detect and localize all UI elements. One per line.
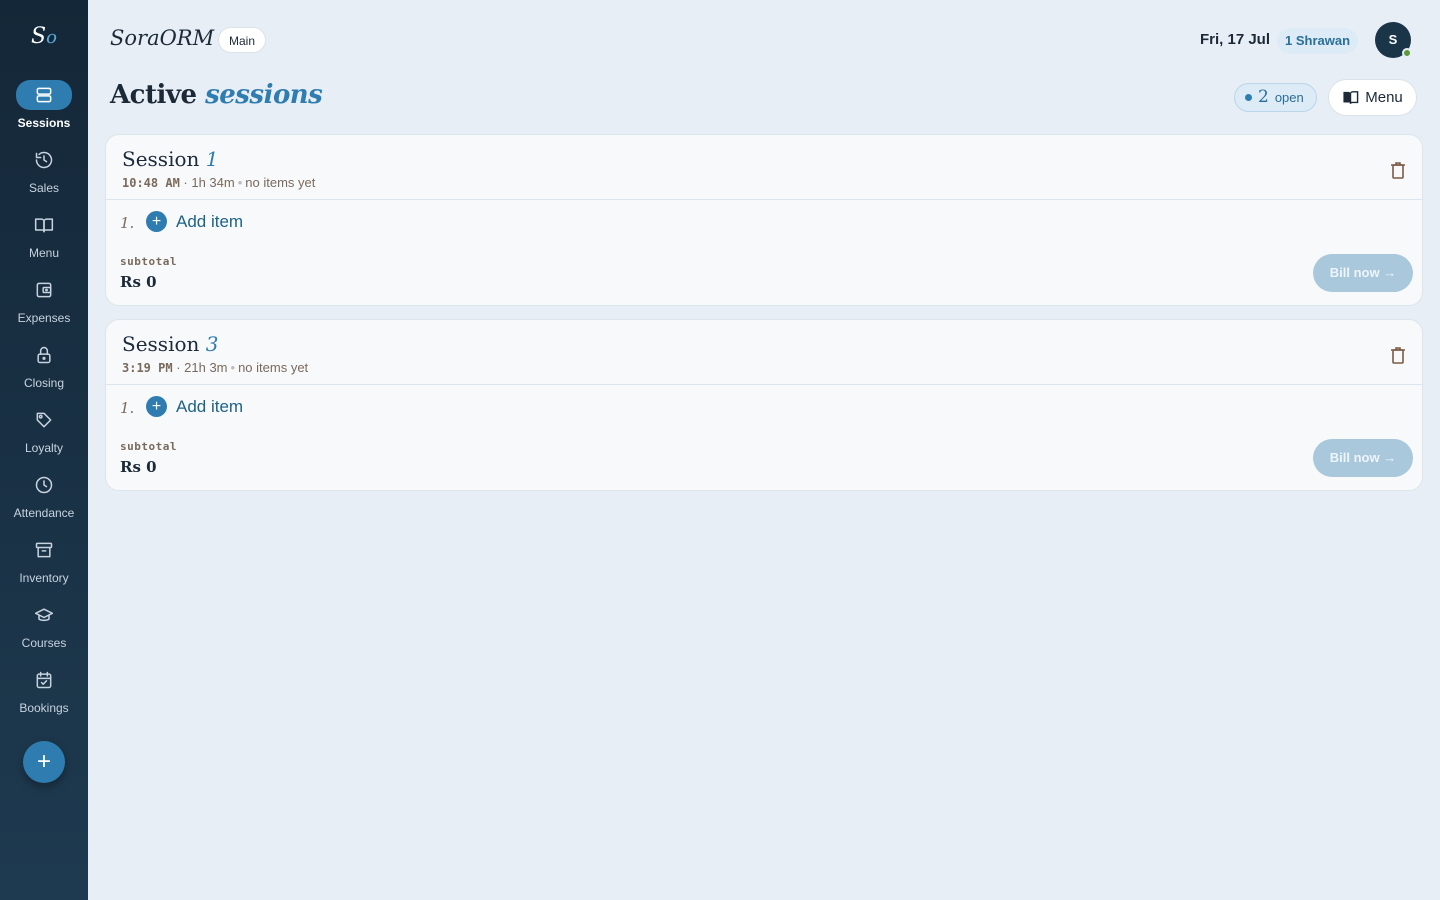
session-duration: · 1h 34m (183, 175, 235, 190)
sidebar-item-label: Inventory (19, 571, 69, 585)
session-title: Session 1 (122, 147, 219, 171)
session-meta: 10:48 AM · 1h 34m • no items yet (122, 175, 316, 190)
line-index: 1. (120, 214, 135, 232)
status-dot-icon (1245, 94, 1252, 101)
page-title: Active sessions (110, 80, 323, 110)
add-item-button[interactable]: + Add item (146, 211, 243, 232)
session-card: Session 1 10:48 AM · 1h 34m • no items yet… (105, 134, 1423, 306)
subtotal-label: subtotal (120, 440, 177, 453)
session-duration: · 21h 3m (176, 360, 228, 375)
bill-now-button[interactable]: Bill now → (1313, 254, 1413, 292)
subtotal-label: subtotal (120, 255, 177, 268)
sidebar-item-label: Courses (21, 636, 67, 650)
add-item-label: Add item (176, 211, 244, 231)
branch-badge[interactable]: Main (218, 27, 267, 53)
sidebar-item-sales[interactable]: Sales (0, 145, 88, 207)
archive-icon (22, 535, 66, 565)
sidebar-item-label: Attendance (13, 506, 75, 520)
open-label: open (1274, 90, 1304, 105)
sidebar-item-closing[interactable]: Closing (0, 340, 88, 402)
sidebar-item-inventory[interactable]: Inventory (0, 535, 88, 597)
sidebar: So Sessions Sales Menu Expenses Closing … (0, 0, 88, 900)
session-header: Session 1 10:48 AM · 1h 34m • no items yet (106, 135, 1422, 200)
session-start-time: 3:19 PM (122, 361, 173, 375)
add-item-button[interactable]: + Add item (146, 396, 243, 417)
session-meta: 3:19 PM · 21h 3m • no items yet (122, 360, 309, 375)
subtotal-value: Rs 0 (120, 458, 157, 476)
calendar-check-icon (22, 665, 66, 695)
new-session-button[interactable]: + (23, 741, 65, 783)
sidebar-item-bookings[interactable]: Bookings (0, 665, 88, 727)
avatar-initial: S (1388, 32, 1398, 47)
session-start-time: 10:48 AM (122, 176, 180, 190)
sidebar-item-menu[interactable]: Menu (0, 210, 88, 272)
nepali-date-badge: 1 Shrawan (1277, 28, 1359, 54)
lock-icon (22, 340, 66, 370)
plus-icon: + (146, 211, 167, 232)
add-item-label: Add item (176, 396, 244, 416)
sidebar-item-courses[interactable]: Courses (0, 600, 88, 662)
session-items-status: no items yet (238, 360, 309, 375)
sidebar-item-attendance[interactable]: Attendance (0, 470, 88, 532)
session-card: Session 3 3:19 PM · 21h 3m • no items yet … (105, 319, 1423, 491)
menu-button-label: Menu (1365, 89, 1403, 106)
brand-name: SoraORM (110, 26, 215, 50)
avatar[interactable]: S (1375, 22, 1412, 58)
subtotal-value: Rs 0 (120, 273, 157, 291)
tag-icon (22, 405, 66, 435)
menu-button[interactable]: Menu (1328, 79, 1417, 116)
sidebar-item-label: Closing (23, 376, 65, 390)
session-header: Session 3 3:19 PM · 21h 3m • no items yet (106, 320, 1422, 385)
current-date: Fri, 17 Jul (1199, 31, 1270, 48)
plus-icon: + (146, 396, 167, 417)
session-items-status: no items yet (245, 175, 316, 190)
sidebar-item-label: Sales (28, 181, 60, 195)
sidebar-item-label: Sessions (17, 116, 71, 130)
sidebar-item-label: Bookings (19, 701, 69, 715)
clock-icon (22, 470, 66, 500)
session-title: Session 3 (122, 332, 219, 356)
sidebar-item-label: Loyalty (24, 441, 64, 455)
open-count: 2 (1258, 87, 1269, 107)
line-index: 1. (120, 399, 135, 417)
bill-now-button[interactable]: Bill now → (1313, 439, 1413, 477)
app-logo[interactable]: So (0, 24, 88, 49)
delete-session-icon[interactable] (1390, 161, 1406, 179)
online-status-dot (1402, 48, 1412, 58)
sidebar-item-label: Expenses (17, 311, 71, 325)
sidebar-item-label: Menu (28, 246, 60, 260)
history-icon (22, 145, 66, 175)
sidebar-item-sessions[interactable]: Sessions (0, 80, 88, 142)
delete-session-icon[interactable] (1390, 346, 1406, 364)
book-icon (22, 210, 66, 240)
open-sessions-badge: 2 open (1234, 83, 1317, 112)
sidebar-item-expenses[interactable]: Expenses (0, 275, 88, 337)
book-icon (1343, 91, 1359, 105)
sessions-icon (16, 80, 72, 110)
wallet-icon (22, 275, 66, 305)
sidebar-item-loyalty[interactable]: Loyalty (0, 405, 88, 467)
graduation-cap-icon (22, 600, 66, 630)
